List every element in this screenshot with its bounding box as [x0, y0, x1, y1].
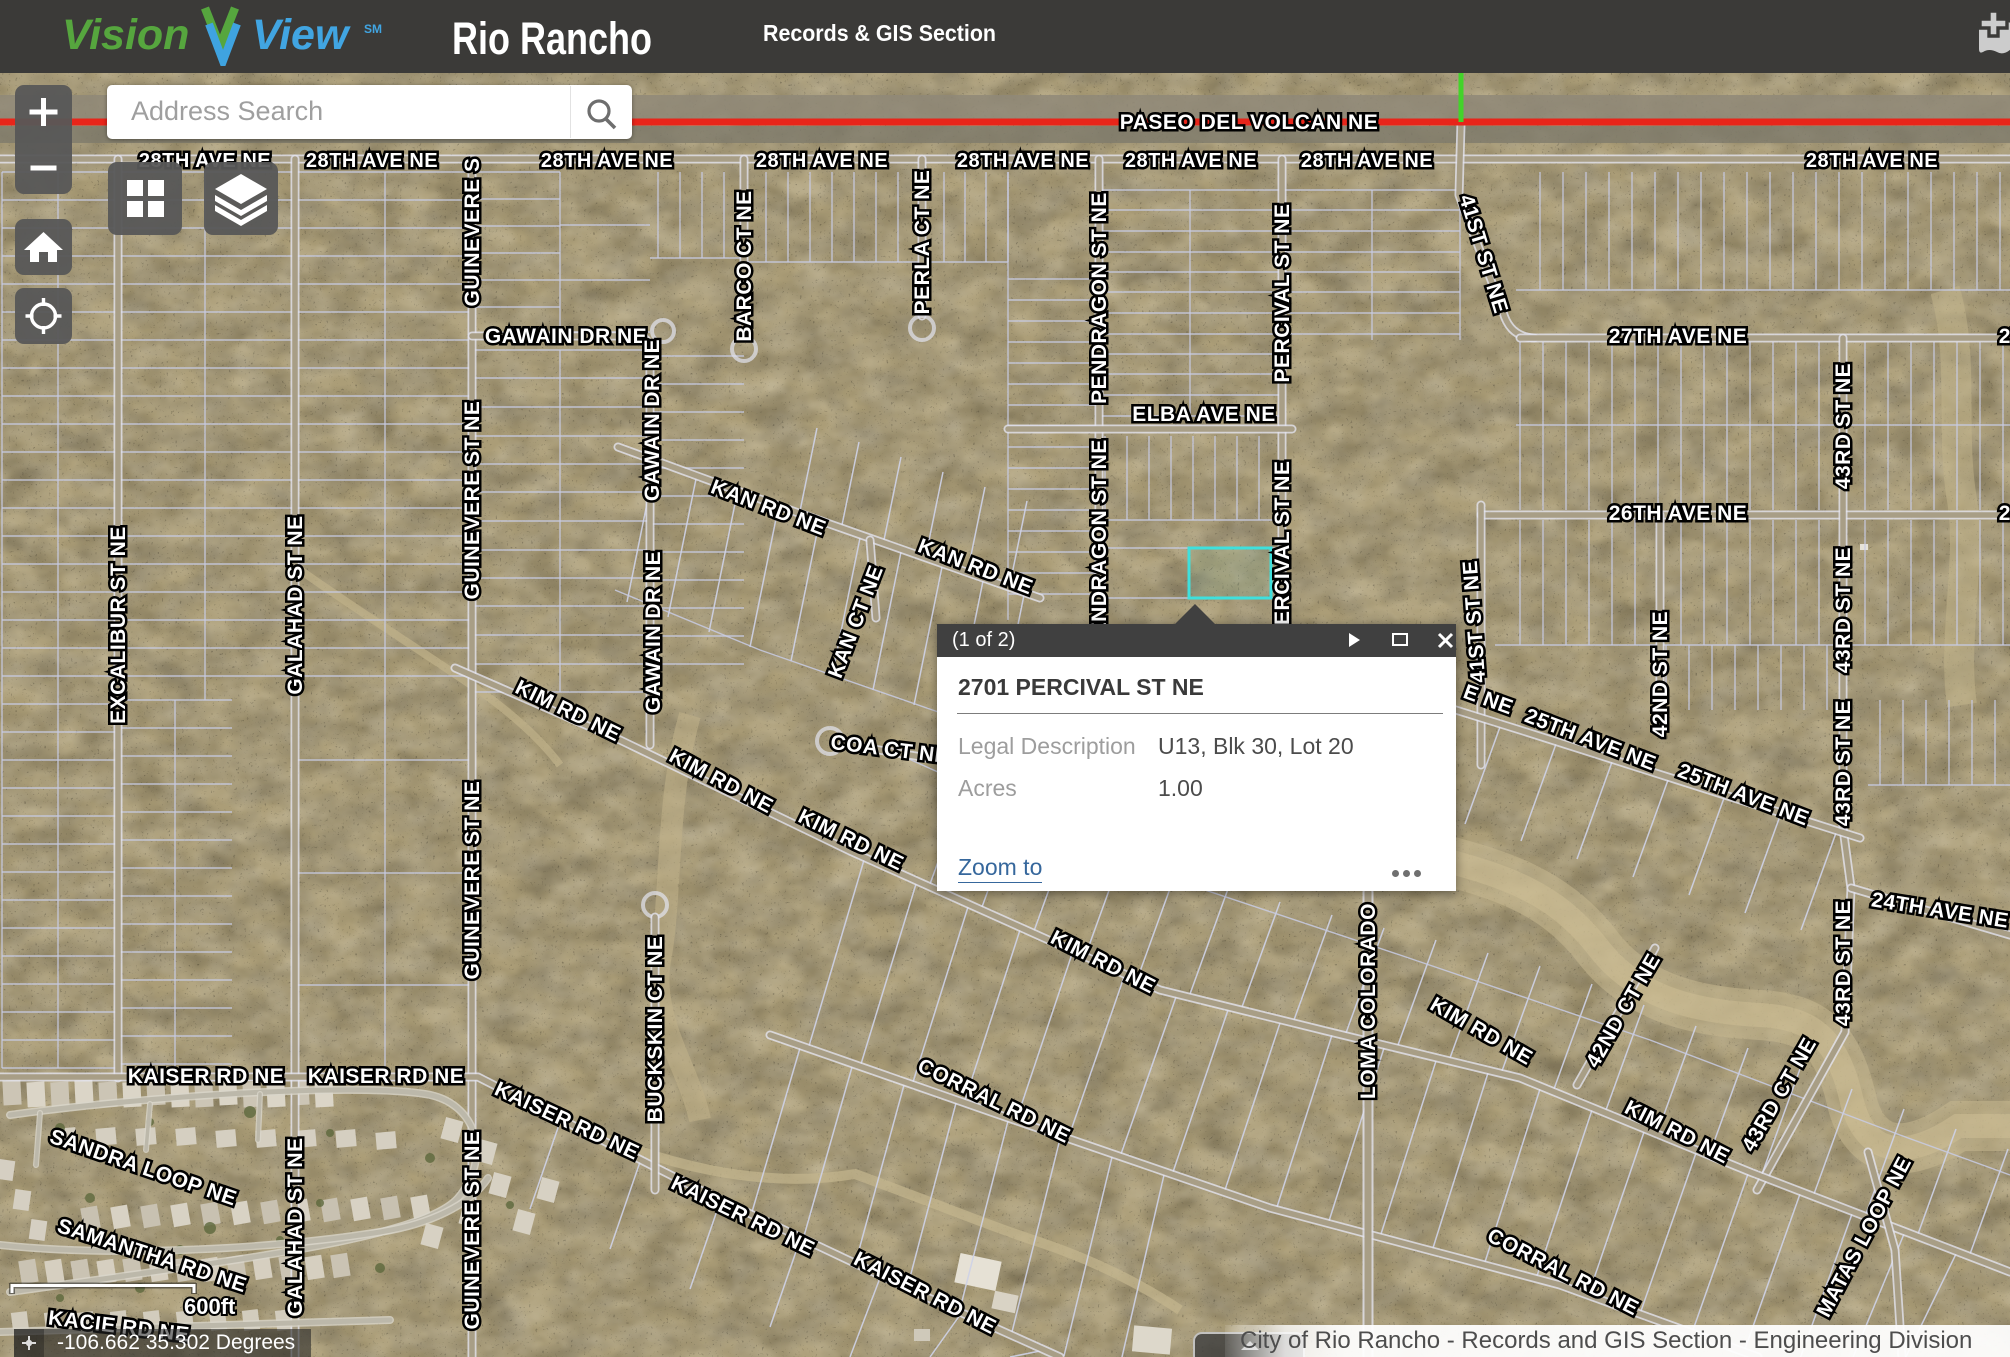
svg-text:GUINEVERE ST NE: GUINEVERE ST NE: [461, 401, 484, 600]
svg-text:43RD ST NE: 43RD ST NE: [1832, 900, 1855, 1026]
svg-text:GUINEVERE ST NE: GUINEVERE ST NE: [461, 1131, 484, 1330]
svg-text:PERCIVAL ST NE: PERCIVAL ST NE: [1271, 461, 1294, 640]
svg-text:26TH AVE NE: 26TH AVE NE: [1999, 502, 2010, 525]
svg-text:LOMA COLORADO: LOMA COLORADO: [1357, 903, 1380, 1099]
svg-text:28TH AVE NE: 28TH AVE NE: [1301, 150, 1433, 172]
svg-text:PENDRAGON ST NE: PENDRAGON ST NE: [1088, 192, 1111, 404]
svg-text:KAISER RD NE: KAISER RD NE: [308, 1065, 465, 1088]
svg-text:ELBA AVE NE: ELBA AVE NE: [1132, 403, 1276, 426]
svg-text:26TH AVE NE: 26TH AVE NE: [1609, 502, 1748, 525]
svg-text:42ND ST NE: 42ND ST NE: [1649, 611, 1672, 737]
svg-text:28TH AVE NE: 28TH AVE NE: [306, 150, 438, 172]
svg-text:28TH AVE NE: 28TH AVE NE: [957, 150, 1089, 172]
svg-text:GALAHAD ST NE: GALAHAD ST NE: [284, 515, 307, 694]
svg-text:GUINEVERE ST NE: GUINEVERE ST NE: [461, 781, 484, 980]
svg-text:GUINEVERE S: GUINEVERE S: [461, 157, 484, 306]
svg-text:EXCALIBUR ST NE: EXCALIBUR ST NE: [107, 526, 130, 724]
svg-text:GAWAIN DR NE: GAWAIN DR NE: [642, 551, 665, 713]
svg-text:43RD ST NE: 43RD ST NE: [1832, 547, 1855, 673]
svg-text:28TH AVE NE: 28TH AVE NE: [1806, 150, 1938, 172]
svg-text:43RD ST NE: 43RD ST NE: [1832, 700, 1855, 826]
svg-text:KAISER RD NE: KAISER RD NE: [128, 1065, 285, 1088]
svg-text:600ft: 600ft: [184, 1294, 236, 1319]
svg-text:GAWAIN DR NE: GAWAIN DR NE: [485, 325, 647, 348]
svg-text:PERCIVAL ST NE: PERCIVAL ST NE: [1271, 204, 1294, 383]
svg-text:GAWAIN DR NE: GAWAIN DR NE: [641, 339, 664, 501]
svg-text:PASEO DEL VOLCAN NE: PASEO DEL VOLCAN NE: [1120, 111, 1378, 134]
svg-text:28TH AVE NE: 28TH AVE NE: [541, 150, 673, 172]
svg-text:28TH AVE NE: 28TH AVE NE: [1125, 150, 1257, 172]
svg-text:GALAHAD ST NE: GALAHAD ST NE: [284, 1137, 307, 1316]
svg-text:PENDRAGON ST NE: PENDRAGON ST NE: [1088, 439, 1111, 651]
svg-text:43RD ST NE: 43RD ST NE: [1832, 363, 1855, 489]
svg-text:28TH AVE NE: 28TH AVE NE: [756, 150, 888, 172]
svg-text:PERLA CT NE: PERLA CT NE: [911, 170, 934, 315]
svg-text:27TH AVE NE: 27TH AVE NE: [1999, 325, 2010, 348]
svg-text:BUCKSKIN CT NE: BUCKSKIN CT NE: [644, 936, 667, 1123]
svg-text:27TH AVE NE: 27TH AVE NE: [1609, 325, 1748, 348]
svg-text:BARCO CT NE: BARCO CT NE: [733, 190, 756, 341]
